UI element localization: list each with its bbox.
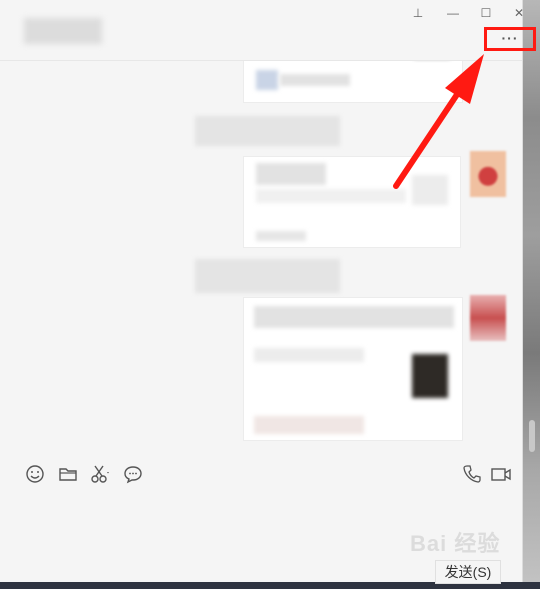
annotation-arrow <box>393 54 484 189</box>
